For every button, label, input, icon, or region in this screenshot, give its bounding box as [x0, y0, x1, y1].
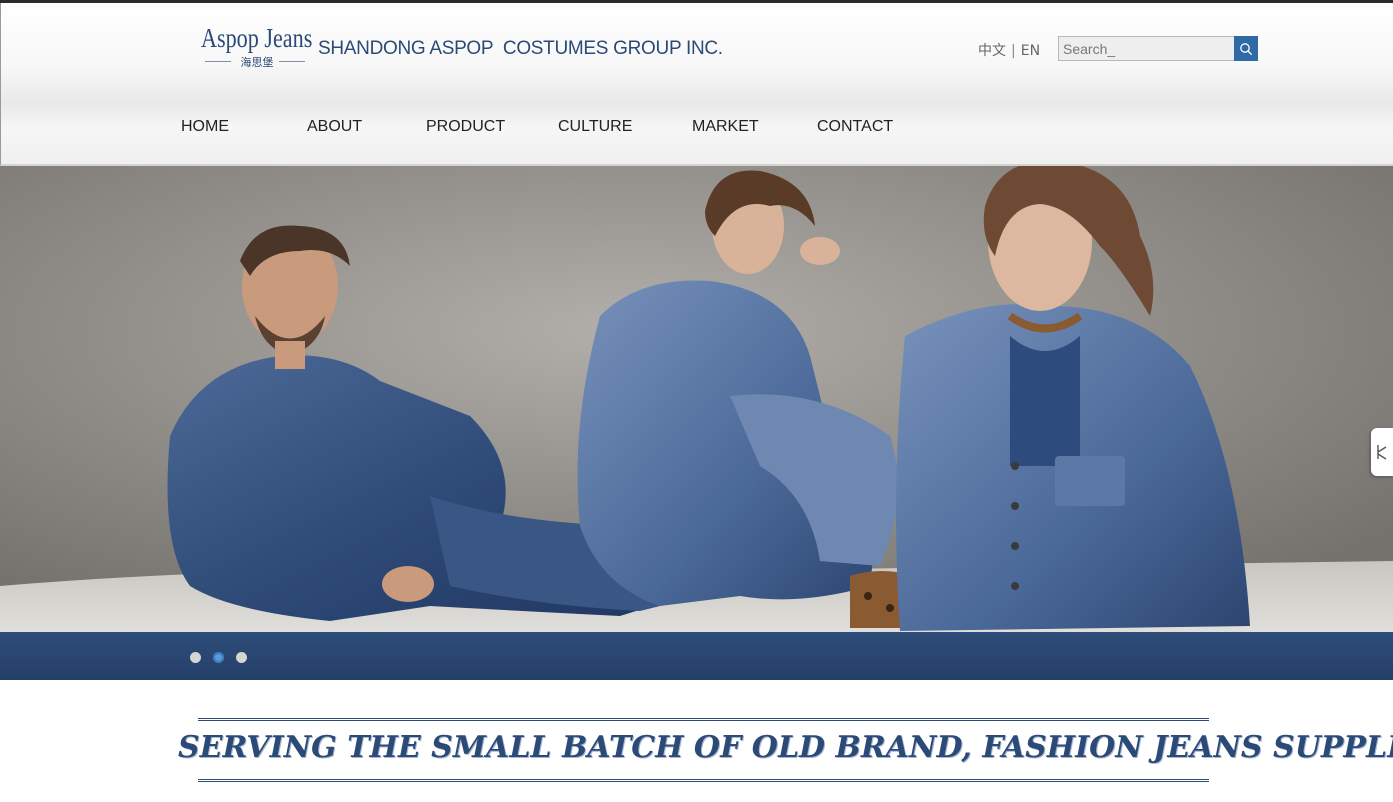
logo-brand: Aspop Jeans	[201, 23, 313, 53]
logo-rule-left	[205, 61, 231, 62]
nav-product[interactable]: PRODUCT	[426, 118, 505, 136]
nav-contact[interactable]: CONTACT	[817, 118, 893, 136]
lang-separator: |	[1011, 43, 1016, 59]
search-input[interactable]	[1058, 36, 1235, 61]
search-icon	[1240, 42, 1253, 55]
tagline-rule-top	[198, 718, 1209, 721]
nav-market[interactable]: MARKET	[692, 118, 759, 136]
slider-dot-3[interactable]	[236, 652, 247, 663]
slider-dot-2[interactable]	[213, 652, 224, 663]
logo-subtitle-row: 海思堡	[205, 54, 305, 69]
lang-cn-link[interactable]: 中文	[978, 43, 1006, 59]
tagline-rule-bottom	[198, 779, 1209, 782]
company-name: SHANDONG ASPOP COSTUMES GROUP INC.	[318, 38, 723, 59]
logo-rule-right	[279, 61, 305, 62]
nav-home[interactable]: HOME	[181, 118, 229, 136]
nav-about[interactable]: ABOUT	[307, 118, 362, 136]
tagline: SERVING THE SMALL BATCH OF OLD BRAND, FA…	[178, 730, 1393, 765]
bookmark-icon	[1377, 445, 1387, 460]
site-header: Aspop Jeans 海思堡 SHANDONG ASPOP COSTUMES …	[0, 3, 1393, 166]
slider-bar	[0, 632, 1393, 680]
logo-brand-cn: 海思堡	[240, 56, 274, 69]
search-box	[1058, 36, 1258, 61]
hero-banner[interactable]	[0, 166, 1393, 680]
side-tab[interactable]	[1371, 428, 1393, 476]
main-nav: HOME ABOUT PRODUCT CULTURE MARKET CONTAC…	[1, 118, 1393, 140]
page: Aspop Jeans 海思堡 SHANDONG ASPOP COSTUMES …	[0, 0, 1393, 802]
nav-culture[interactable]: CULTURE	[558, 118, 632, 136]
language-switcher: 中文 | EN	[978, 40, 1040, 60]
search-button[interactable]	[1234, 36, 1258, 61]
logo[interactable]: Aspop Jeans 海思堡	[201, 23, 313, 69]
lang-en-link[interactable]: EN	[1021, 43, 1040, 59]
slider-dot-1[interactable]	[190, 652, 201, 663]
hero-image	[0, 166, 1393, 636]
